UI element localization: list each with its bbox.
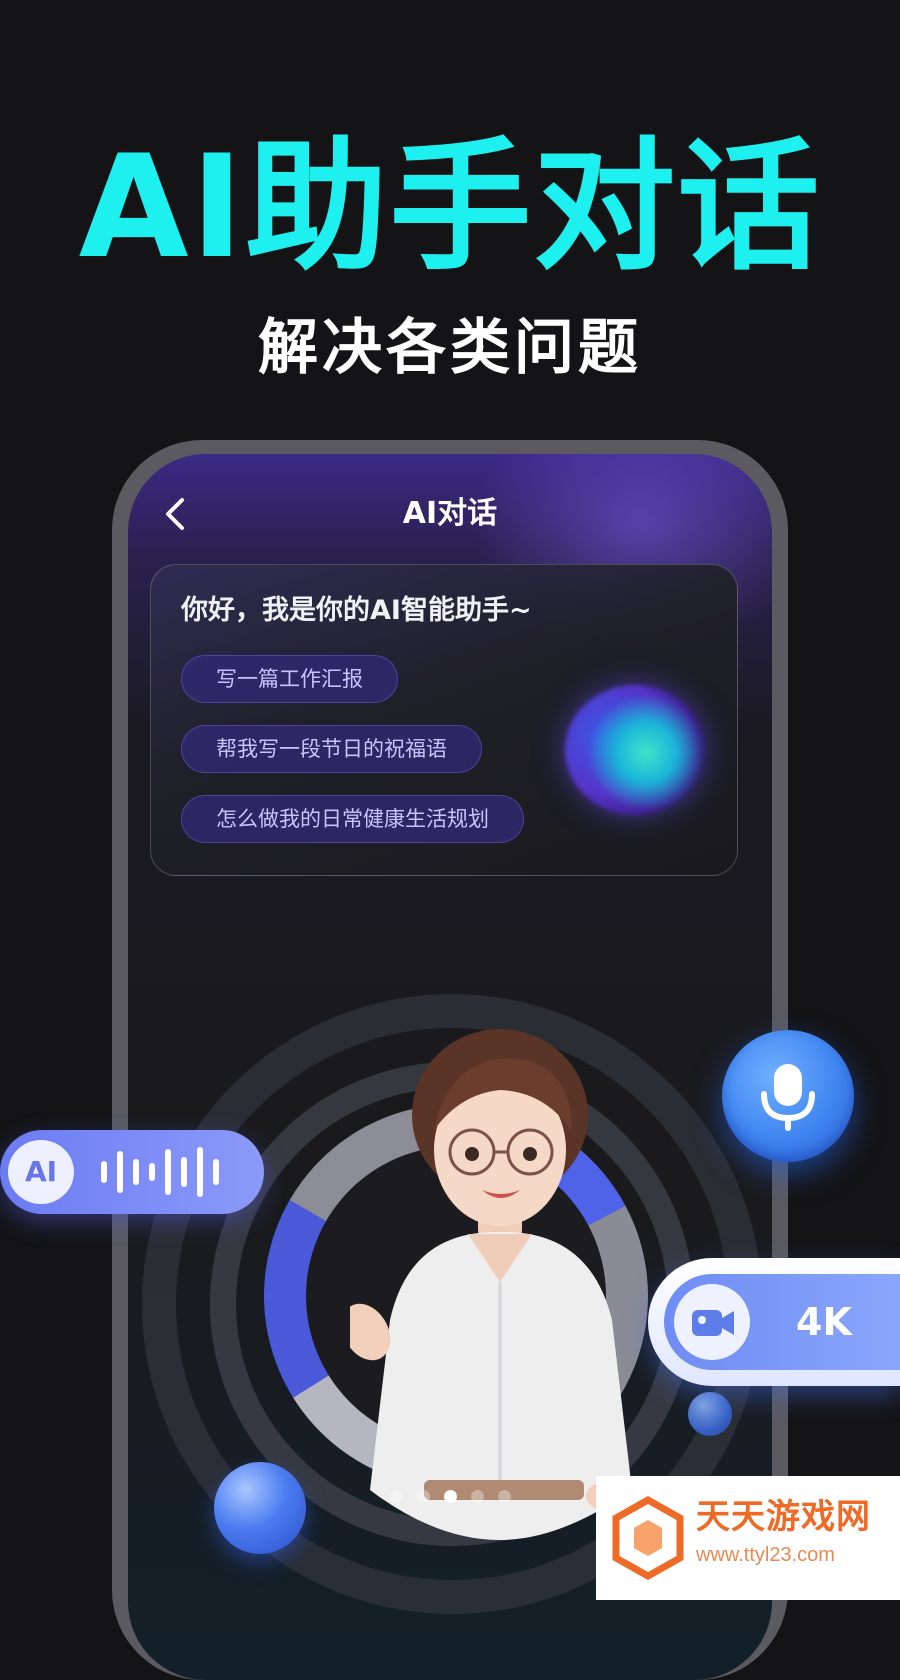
watermark-logo-icon <box>612 1496 684 1580</box>
video-camera-icon <box>674 1284 750 1360</box>
video-quality-label: 4K <box>796 1300 852 1344</box>
promo-headline: AI助手对话 <box>78 125 822 290</box>
digital-human-avatar <box>350 1029 638 1540</box>
pager-dot[interactable] <box>390 1489 403 1503</box>
microphone-icon <box>761 1064 815 1131</box>
carousel-pager <box>390 1488 511 1504</box>
pager-dot[interactable] <box>471 1489 484 1503</box>
greeting-text: 你好，我是你的AI智能助手~ <box>181 595 532 626</box>
sound-wave-icon <box>101 1147 219 1197</box>
suggestion-chip[interactable]: 帮我写一段节日的祝福语 <box>181 725 482 773</box>
decorative-sphere-large <box>214 1462 306 1554</box>
video-quality-inner: 4K <box>664 1274 900 1370</box>
ai-orb-icon <box>565 685 705 815</box>
page-title: AI对话 <box>402 496 498 531</box>
pager-dot[interactable] <box>417 1489 430 1503</box>
suggestion-chip[interactable]: 写一篇工作汇报 <box>181 655 398 703</box>
watermark: 天天游戏网 www.ttyl23.com <box>596 1476 900 1600</box>
watermark-name: 天天游戏网 <box>696 1497 871 1537</box>
suggestion-chip[interactable]: 怎么做我的日常健康生活规划 <box>181 795 524 843</box>
promo-subheadline: 解决各类问题 <box>258 313 642 383</box>
voice-wave-badge: AI <box>0 1130 264 1214</box>
microphone-button[interactable] <box>722 1030 854 1162</box>
watermark-url: www.ttyl23.com <box>696 1544 835 1566</box>
pager-dot-active[interactable] <box>444 1489 457 1503</box>
pager-dot[interactable] <box>498 1489 511 1503</box>
decorative-sphere-small <box>688 1392 732 1436</box>
assistant-greeting-card: 你好，我是你的AI智能助手~ 写一篇工作汇报 帮我写一段节日的祝福语 怎么做我的… <box>150 564 738 876</box>
video-quality-badge: 4K <box>648 1258 900 1386</box>
ai-badge: AI <box>8 1140 74 1204</box>
